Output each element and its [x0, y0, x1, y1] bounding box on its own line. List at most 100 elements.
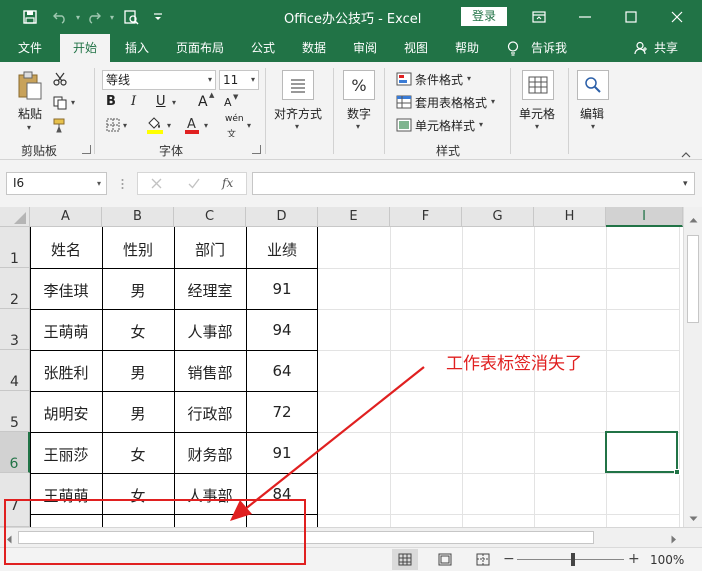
- cell-C6[interactable]: 财务部: [174, 444, 246, 465]
- italic-button[interactable]: I: [131, 94, 136, 109]
- close-button[interactable]: [654, 0, 700, 34]
- conditional-formatting-button[interactable]: 条件格式: [415, 71, 463, 88]
- undo-dropdown-icon[interactable]: ▾: [70, 9, 86, 25]
- share-button[interactable]: 共享: [650, 34, 682, 62]
- expand-formula-bar-icon[interactable]: ▾: [683, 179, 688, 189]
- column-header-selected[interactable]: I: [606, 207, 683, 227]
- tab-view[interactable]: 视图: [396, 34, 436, 62]
- format-painter-icon[interactable]: [53, 118, 68, 136]
- zoom-out-icon[interactable]: −: [503, 552, 515, 566]
- column-header[interactable]: F: [390, 207, 462, 227]
- cells-dropdown-icon[interactable]: ▾: [535, 122, 539, 131]
- collapse-ribbon-icon[interactable]: [681, 147, 691, 161]
- select-all-corner[interactable]: [0, 207, 30, 227]
- scroll-up-icon[interactable]: [689, 212, 698, 226]
- tab-page-layout[interactable]: 页面布局: [168, 34, 232, 62]
- column-header[interactable]: E: [318, 207, 390, 227]
- scroll-right-icon[interactable]: [671, 533, 677, 547]
- cells-icon[interactable]: [522, 70, 554, 100]
- row-header[interactable]: 4: [0, 350, 30, 391]
- cell-B3[interactable]: 女: [102, 321, 174, 342]
- cell-A1[interactable]: 姓名: [30, 239, 102, 260]
- print-preview-icon[interactable]: [123, 9, 139, 25]
- editing-dropdown-icon[interactable]: ▾: [591, 122, 595, 131]
- row-header[interactable]: 3: [0, 309, 30, 350]
- bold-button[interactable]: B: [106, 94, 116, 109]
- borders-icon[interactable]: [106, 118, 120, 135]
- ribbon-display-options-icon[interactable]: [516, 0, 562, 34]
- find-icon[interactable]: [577, 70, 609, 100]
- tell-me-search[interactable]: 告诉我: [526, 34, 572, 62]
- cell-styles-dropdown-icon[interactable]: ▾: [479, 120, 483, 129]
- cell-A2[interactable]: 李佳琪: [30, 280, 102, 301]
- cell-styles-icon[interactable]: [396, 118, 412, 135]
- font-launcher-icon[interactable]: [252, 145, 261, 154]
- decrease-font-button[interactable]: A: [224, 96, 232, 109]
- undo-icon[interactable]: [52, 9, 68, 25]
- fill-color-icon[interactable]: [146, 116, 164, 137]
- table-format-dropdown-icon[interactable]: ▾: [491, 97, 495, 106]
- copy-dropdown-icon[interactable]: ▾: [71, 98, 75, 107]
- underline-button[interactable]: U: [156, 94, 166, 109]
- tab-formulas[interactable]: 公式: [243, 34, 283, 62]
- tab-help[interactable]: 帮助: [447, 34, 487, 62]
- name-box[interactable]: I6 ▾: [6, 172, 107, 195]
- font-color-dropdown-icon[interactable]: ▾: [204, 121, 208, 130]
- row-header-selected[interactable]: 6: [0, 432, 30, 473]
- redo-dropdown-icon[interactable]: ▾: [104, 9, 120, 25]
- cell-A6[interactable]: 王丽莎: [30, 444, 102, 465]
- cell-styles-button[interactable]: 单元格样式: [415, 117, 475, 134]
- conditional-dropdown-icon[interactable]: ▾: [467, 74, 471, 83]
- redo-icon[interactable]: [86, 9, 102, 25]
- fill-handle[interactable]: [674, 469, 680, 475]
- paste-dropdown-icon[interactable]: ▾: [27, 123, 31, 132]
- cell-D4[interactable]: 64: [246, 362, 318, 380]
- cell-C2[interactable]: 经理室: [174, 280, 246, 301]
- paste-icon[interactable]: [17, 71, 43, 104]
- cell-D1[interactable]: 业绩: [246, 239, 318, 260]
- format-as-table-button[interactable]: 套用表格格式: [415, 94, 487, 111]
- cancel-entry-icon[interactable]: [151, 178, 162, 192]
- format-as-table-icon[interactable]: [396, 95, 412, 112]
- tab-insert[interactable]: 插入: [117, 34, 157, 62]
- column-header[interactable]: C: [174, 207, 246, 227]
- login-button[interactable]: 登录: [461, 7, 507, 26]
- column-header[interactable]: G: [462, 207, 534, 227]
- cell-C3[interactable]: 人事部: [174, 321, 246, 342]
- paste-label[interactable]: 粘贴: [18, 105, 42, 122]
- column-header[interactable]: D: [246, 207, 318, 227]
- cells-button[interactable]: 单元格: [519, 105, 555, 122]
- page-break-view-icon[interactable]: [476, 553, 490, 569]
- percent-icon[interactable]: %: [343, 70, 375, 100]
- lightbulb-icon[interactable]: [507, 41, 519, 59]
- vertical-scrollbar[interactable]: [683, 207, 702, 527]
- cell-D2[interactable]: 91: [246, 280, 318, 298]
- zoom-level[interactable]: 100%: [650, 553, 684, 567]
- cell-D5[interactable]: 72: [246, 403, 318, 421]
- page-layout-view-icon[interactable]: [438, 553, 452, 569]
- active-cell-I6[interactable]: [605, 431, 678, 473]
- customize-toolbar-icon[interactable]: [150, 9, 166, 25]
- tab-review[interactable]: 审阅: [345, 34, 385, 62]
- zoom-in-icon[interactable]: +: [628, 552, 640, 566]
- tab-home[interactable]: 开始: [60, 34, 110, 62]
- cell-A3[interactable]: 王萌萌: [30, 321, 102, 342]
- column-header[interactable]: H: [534, 207, 606, 227]
- scroll-down-icon[interactable]: [689, 511, 698, 525]
- phonetic-guide-button[interactable]: wén: [225, 114, 244, 124]
- editing-button[interactable]: 编辑: [580, 105, 604, 122]
- tab-file[interactable]: 文件: [10, 34, 50, 62]
- increase-font-button[interactable]: A: [198, 94, 208, 110]
- cell-D6[interactable]: 91: [246, 444, 318, 462]
- cell-B1[interactable]: 性别: [102, 239, 174, 260]
- row-header[interactable]: 1: [0, 227, 30, 268]
- formula-input[interactable]: [252, 172, 695, 195]
- font-color-icon[interactable]: A: [184, 116, 200, 137]
- underline-dropdown-icon[interactable]: ▾: [172, 98, 176, 107]
- font-name-select[interactable]: 等线 ▾: [102, 70, 216, 90]
- maximize-button[interactable]: [608, 0, 654, 34]
- fill-color-dropdown-icon[interactable]: ▾: [167, 121, 171, 130]
- cell-A5[interactable]: 胡明安: [30, 403, 102, 424]
- cell-B4[interactable]: 男: [102, 362, 174, 383]
- vertical-scroll-thumb[interactable]: [687, 235, 699, 323]
